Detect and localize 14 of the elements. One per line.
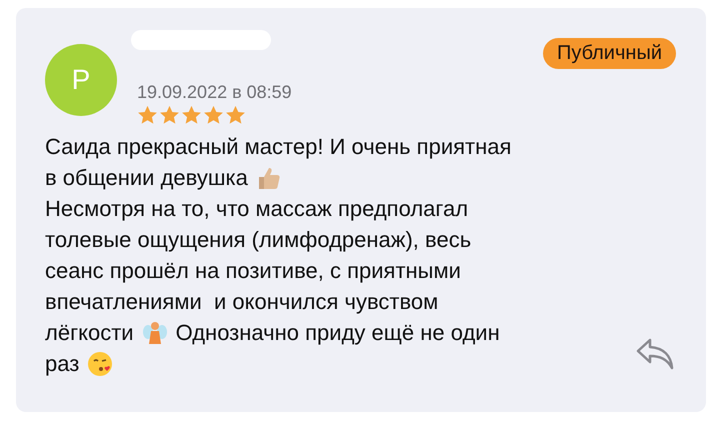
public-badge: Публичный <box>542 38 676 69</box>
review-text: раз <box>45 350 80 378</box>
review-text: толевые ощущения (лимфодренаж), весь <box>45 226 472 254</box>
review-text: в общении девушка <box>45 164 248 192</box>
review-text: лёгкости <box>45 319 134 347</box>
review-text: Саида прекрасный мастер! И очень приятная <box>45 133 512 161</box>
fairy-icon <box>142 320 168 346</box>
review-text: Несмотря на то, что массаж предполагал <box>45 195 468 223</box>
review-text: впечатлениями и окончился чувством <box>45 288 438 316</box>
review-date: 19.09.2022 в 08:59 <box>137 82 293 103</box>
review-text: Однозначно приду ещё не один <box>176 319 500 347</box>
kissing-face-icon <box>87 350 114 376</box>
review-text: сеанс прошёл на позитиве, с приятными <box>45 257 461 285</box>
avatar: P <box>45 44 117 116</box>
